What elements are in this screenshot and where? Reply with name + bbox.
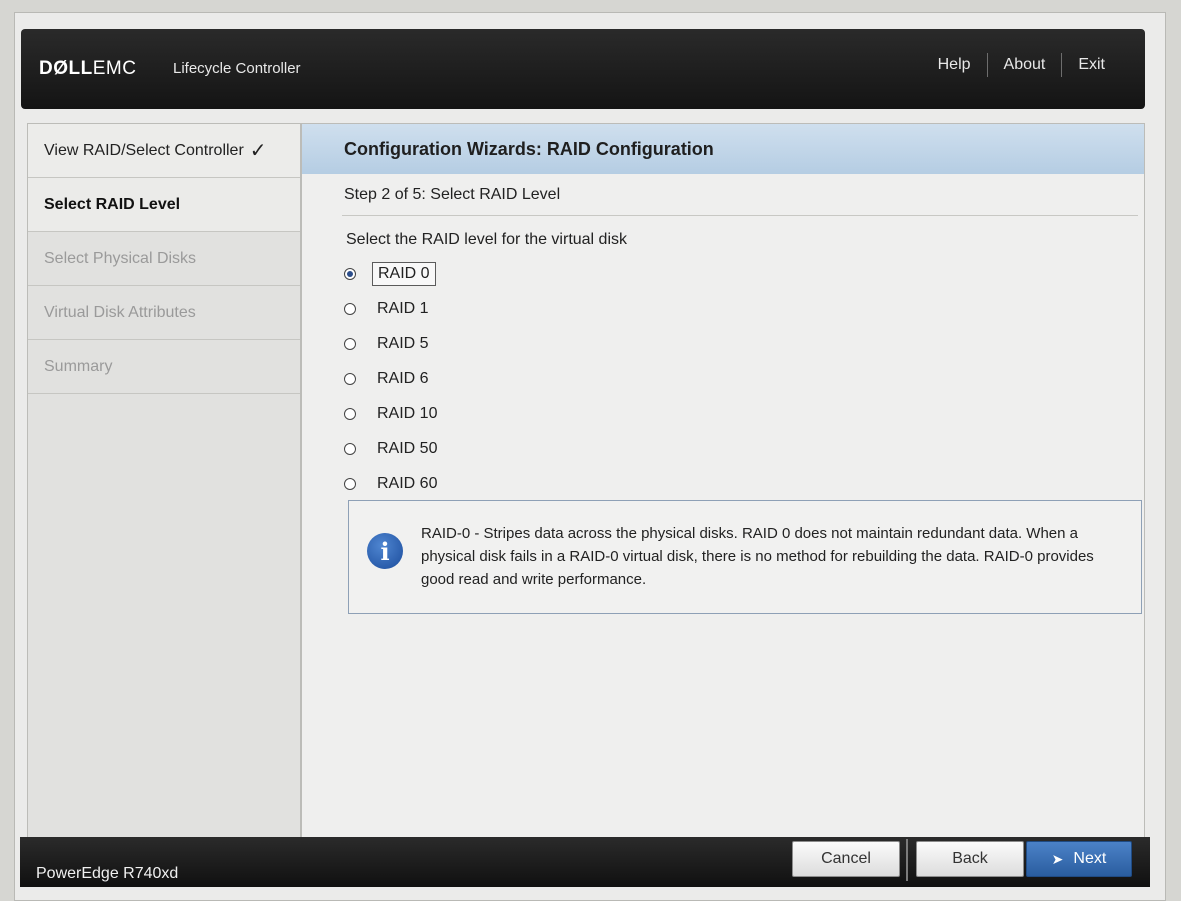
raid-description: RAID-0 - Stripes data across the physica… <box>421 525 1094 588</box>
about-link[interactable]: About <box>988 56 1062 74</box>
step-label: Virtual Disk Attributes <box>44 303 196 321</box>
raid-option-label: RAID 60 <box>377 474 438 492</box>
raid-info-box: i RAID-0 - Stripes data across the physi… <box>348 500 1142 614</box>
main-panel: Configuration Wizards: RAID Configuratio… <box>301 123 1145 855</box>
step-view-raid-select-controller[interactable]: View RAID/Select Controller ✓ <box>28 124 300 178</box>
brand-emc: EMC <box>92 58 137 79</box>
raid-level-options: RAID 0 RAID 1 RAID 5 RAID 6 RAID 10 RAID… <box>344 256 442 501</box>
raid-option-raid-6[interactable]: RAID 6 <box>344 361 442 396</box>
info-icon: i <box>367 533 403 569</box>
raid-option-raid-10[interactable]: RAID 10 <box>344 396 442 431</box>
button-separator <box>906 839 908 881</box>
top-nav: Help About Exit <box>922 53 1121 77</box>
raid-option-label: RAID 1 <box>377 299 429 317</box>
mouse-cursor-icon: ➤ <box>1051 850 1064 867</box>
checkmark-icon: ✓ <box>249 140 267 162</box>
raid-option-raid-50[interactable]: RAID 50 <box>344 431 442 466</box>
raid-option-raid-1[interactable]: RAID 1 <box>344 291 442 326</box>
help-link[interactable]: Help <box>922 56 987 74</box>
header-bar: DØLLEMC Lifecycle Controller Help About … <box>21 29 1145 109</box>
radio-button[interactable] <box>344 477 356 490</box>
next-button-label: Next <box>1073 850 1107 867</box>
cancel-button-label: Cancel <box>821 850 871 867</box>
product-name: Lifecycle Controller <box>173 60 301 77</box>
radio-button[interactable] <box>344 442 356 455</box>
raid-option-label: RAID 6 <box>377 369 429 387</box>
radio-button[interactable] <box>344 337 356 350</box>
step-indicator: Step 2 of 5: Select RAID Level <box>344 186 561 203</box>
step-summary: Summary <box>28 340 300 394</box>
raid-option-raid-60[interactable]: RAID 60 <box>344 466 442 501</box>
step-virtual-disk-attributes: Virtual Disk Attributes <box>28 286 300 340</box>
step-label: Select Physical Disks <box>44 249 197 267</box>
raid-option-label: RAID 50 <box>377 439 438 457</box>
dell-emc-logo: DØLLEMC <box>39 58 136 80</box>
radio-button-selected[interactable] <box>344 267 356 280</box>
lifecycle-controller-screen: DØLLEMC Lifecycle Controller Help About … <box>14 12 1166 901</box>
page-title: Configuration Wizards: RAID Configuratio… <box>302 124 1144 174</box>
radio-button[interactable] <box>344 302 356 315</box>
radio-button[interactable] <box>344 407 356 420</box>
raid-option-raid-5[interactable]: RAID 5 <box>344 326 442 361</box>
raid-option-raid-0[interactable]: RAID 0 <box>344 256 442 291</box>
radio-button[interactable] <box>344 372 356 385</box>
brand-dell: DØLL <box>39 58 93 79</box>
cancel-button[interactable]: Cancel <box>792 841 900 877</box>
raid-option-label: RAID 0 <box>372 261 436 286</box>
raid-level-prompt: Select the RAID level for the virtual di… <box>346 231 628 248</box>
next-button[interactable]: ➤ Next <box>1026 841 1132 877</box>
step-select-raid-level: Select RAID Level <box>28 178 300 232</box>
raid-option-label: RAID 10 <box>377 404 438 422</box>
raid-option-label: RAID 5 <box>377 334 429 352</box>
divider <box>342 215 1138 216</box>
exit-link[interactable]: Exit <box>1062 56 1121 74</box>
step-select-physical-disks: Select Physical Disks <box>28 232 300 286</box>
step-label: Select RAID Level <box>44 195 181 213</box>
server-model: PowerEdge R740xd <box>36 865 179 882</box>
step-label: Summary <box>44 357 113 375</box>
back-button-label: Back <box>952 850 988 867</box>
footer-bar: PowerEdge R740xd Cancel Back ➤ Next <box>20 837 1150 887</box>
step-label: View RAID/Select Controller <box>44 141 244 159</box>
back-button[interactable]: Back <box>916 841 1024 877</box>
wizard-steps-sidebar: View RAID/Select Controller ✓ Select RAI… <box>27 123 301 855</box>
